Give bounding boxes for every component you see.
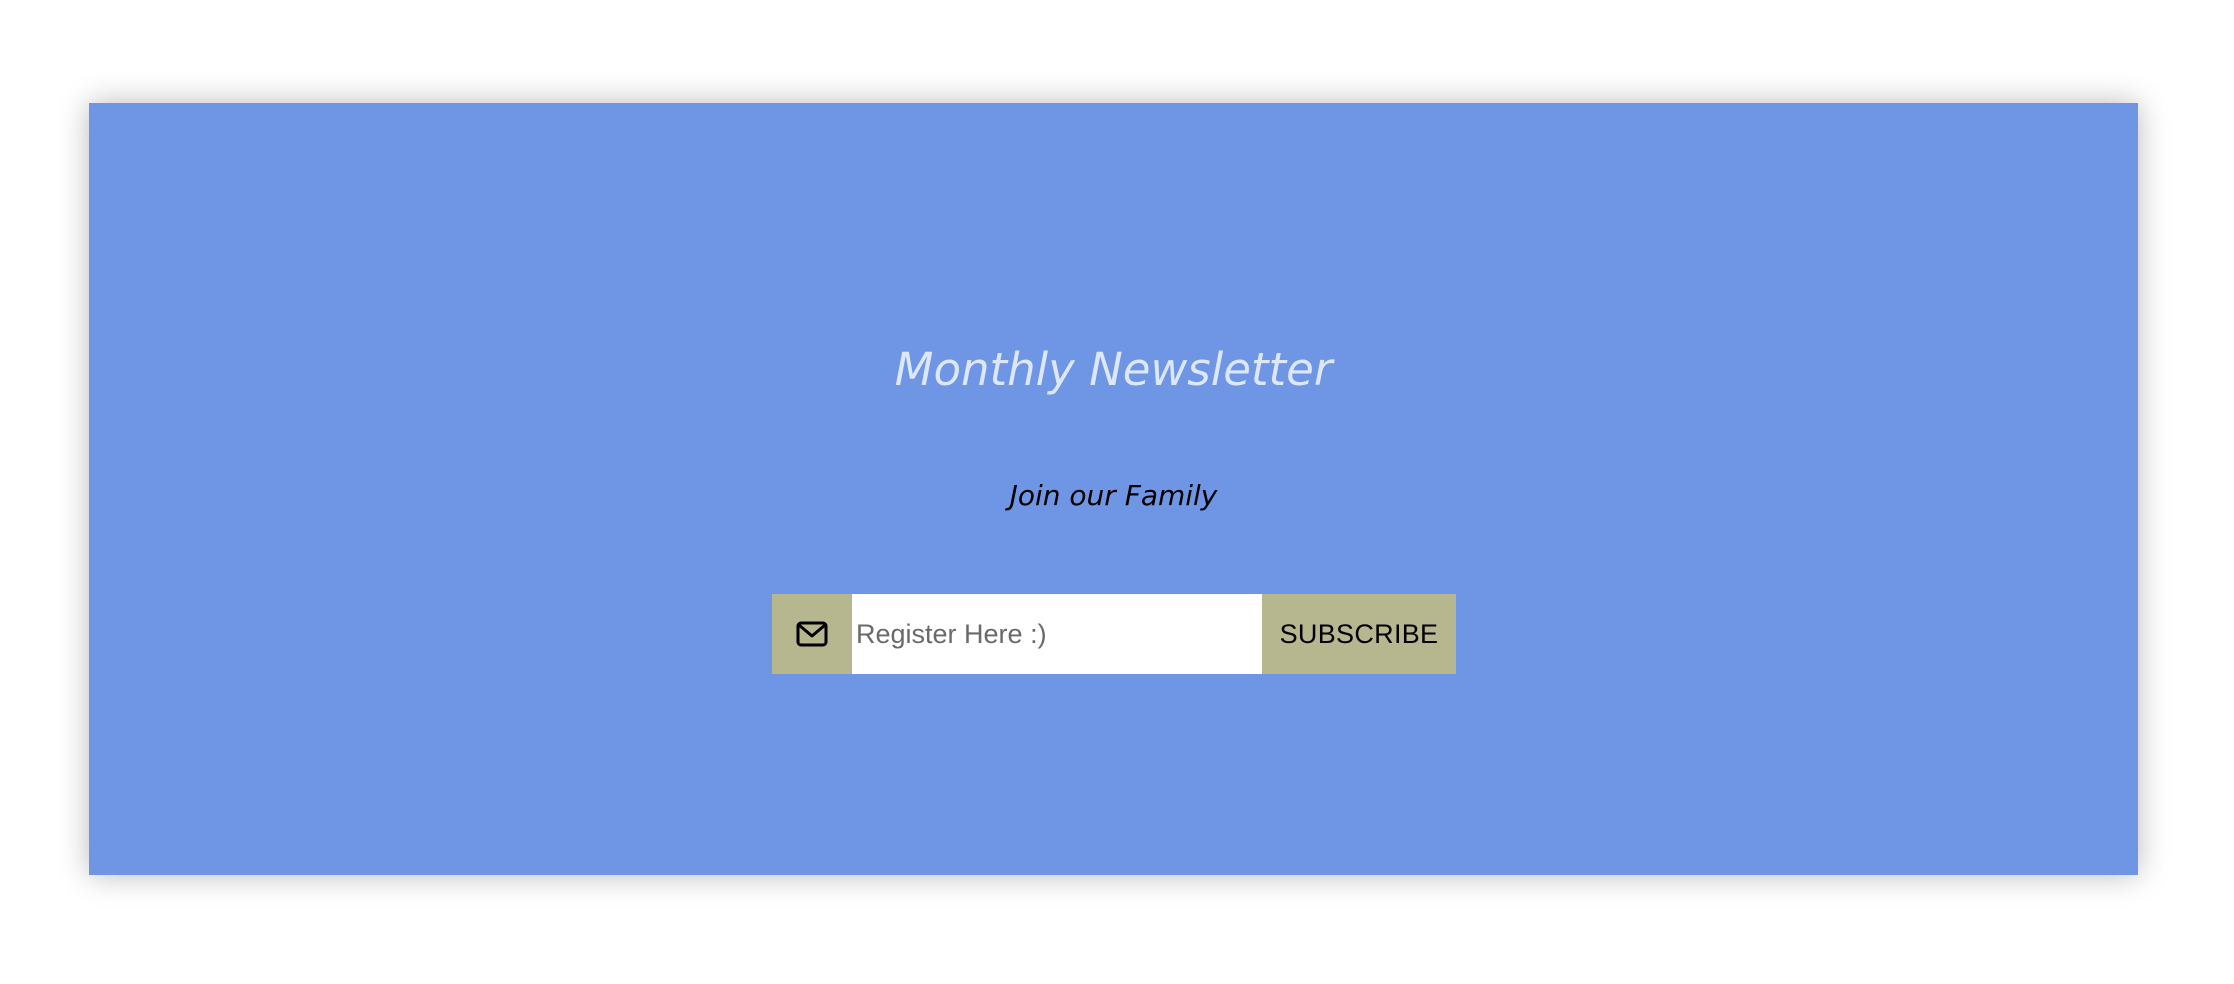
email-icon-box xyxy=(772,594,852,674)
newsletter-title: Monthly Newsletter xyxy=(894,343,1333,396)
newsletter-card: Monthly Newsletter Join our Family SUBSC… xyxy=(89,103,2138,875)
subscribe-form: SUBSCRIBE xyxy=(772,594,1456,674)
email-input[interactable] xyxy=(852,594,1262,674)
newsletter-subtitle: Join our Family xyxy=(1009,479,1218,512)
envelope-icon xyxy=(796,621,828,647)
page: Monthly Newsletter Join our Family SUBSC… xyxy=(0,0,2234,984)
subscribe-button[interactable]: SUBSCRIBE xyxy=(1262,594,1456,674)
